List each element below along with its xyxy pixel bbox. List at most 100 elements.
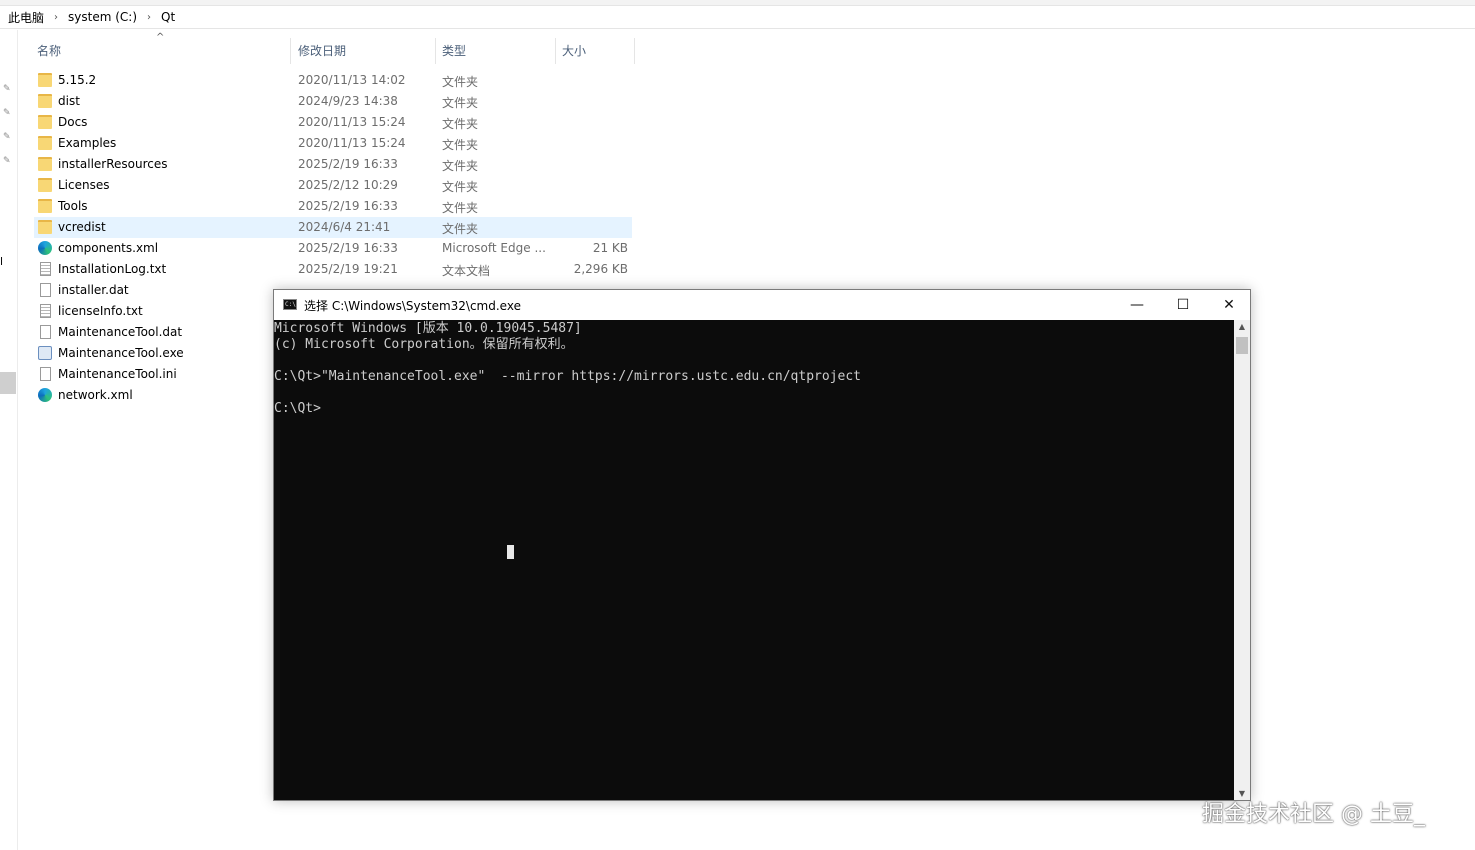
file-name: InstallationLog.txt [58, 262, 167, 276]
file-name: MaintenanceTool.exe [58, 346, 184, 360]
pin-icon[interactable]: ✎ [3, 108, 13, 118]
folder-icon [38, 73, 52, 87]
cmd-window-title: 选择 C:\Windows\System32\cmd.exe [304, 299, 521, 313]
cmd-window[interactable]: C:\ 选择 C:\Windows\System32\cmd.exe — ☐ ✕… [273, 289, 1251, 801]
text-cursor [507, 545, 514, 559]
breadcrumb[interactable]: 此电脑 › system (C:) › Qt [0, 6, 1475, 29]
console-line: C:\Qt>"MaintenanceTool.exe" --mirror htt… [274, 369, 861, 384]
config-file-icon [40, 367, 51, 381]
file-row[interactable]: installerResources 2025/2/19 16:33 文件夹 [34, 154, 632, 175]
console-output[interactable]: Microsoft Windows [版本 10.0.19045.5487] (c… [274, 320, 1234, 800]
file-icon [40, 325, 51, 339]
pin-icon[interactable]: ✎ [3, 156, 13, 166]
navigation-pane[interactable]: ✎ ✎ ✎ ✎ l [0, 30, 18, 850]
scrollbar-thumb[interactable] [1236, 337, 1248, 354]
vertical-scrollbar[interactable]: ▲ ▼ [1234, 320, 1250, 800]
file-name: Licenses [58, 178, 110, 192]
file-size: 2,296 KB [573, 262, 628, 276]
file-row[interactable]: Examples 2020/11/13 15:24 文件夹 [34, 133, 632, 154]
file-row[interactable]: dist 2024/9/23 14:38 文件夹 [34, 91, 632, 112]
text-file-icon [40, 262, 51, 276]
file-type: 文件夹 [442, 180, 479, 194]
file-modified-date: 2024/6/4 21:41 [298, 220, 391, 234]
breadcrumb-item-system-c[interactable]: system (C:) [68, 10, 137, 24]
nav-item-selected[interactable] [0, 372, 16, 394]
nav-item-truncated[interactable]: l [0, 255, 3, 268]
minimize-button[interactable]: — [1114, 290, 1160, 320]
console-line: Microsoft Windows [版本 10.0.19045.5487] [274, 321, 582, 336]
file-name: installerResources [58, 157, 168, 171]
text-file-icon [40, 304, 51, 318]
file-name: dist [58, 94, 80, 108]
file-name: 5.15.2 [58, 73, 97, 87]
folder-icon [38, 136, 52, 150]
exe-icon [38, 346, 52, 360]
breadcrumb-item-qt[interactable]: Qt [161, 10, 175, 24]
console-app-icon[interactable]: C:\ [283, 299, 297, 310]
folder-icon [38, 94, 52, 108]
file-type: 文件夹 [442, 75, 479, 89]
file-modified-date: 2020/11/13 15:24 [298, 136, 406, 150]
file-size: 21 KB [592, 241, 628, 255]
close-button[interactable]: ✕ [1206, 290, 1252, 320]
column-header-type[interactable]: 类型 [442, 38, 466, 62]
file-type: 文件夹 [442, 201, 479, 215]
column-header-date[interactable]: 修改日期 [298, 38, 346, 62]
pin-icon[interactable]: ✎ [3, 132, 13, 142]
edge-icon [38, 388, 52, 402]
file-modified-date: 2024/9/23 14:38 [298, 94, 398, 108]
chevron-right-icon: › [54, 11, 59, 23]
console-line: C:\Qt> [274, 401, 321, 416]
column-divider[interactable] [290, 38, 291, 64]
scroll-up-icon[interactable]: ▲ [1234, 322, 1250, 331]
console-text: Microsoft Windows [版本 10.0.19045.5487] (c… [274, 320, 1234, 417]
file-name: MaintenanceTool.dat [58, 325, 183, 339]
file-name: installer.dat [58, 283, 129, 297]
column-divider[interactable] [634, 38, 635, 64]
file-row[interactable]: 5.15.2 2020/11/13 14:02 文件夹 [34, 70, 632, 91]
file-type: 文件夹 [442, 96, 479, 110]
file-name: Tools [58, 199, 88, 213]
sort-ascending-icon: ^ [156, 32, 165, 43]
file-name: vcredist [58, 220, 106, 234]
file-name: MaintenanceTool.ini [58, 367, 177, 381]
console-line: (c) Microsoft Corporation。保留所有权利。 [274, 337, 574, 352]
file-type: 文件夹 [442, 222, 479, 236]
file-type: 文件夹 [442, 138, 479, 152]
file-modified-date: 2025/2/19 16:33 [298, 157, 398, 171]
watermark: 掘金技术社区 @ 土豆_ [1202, 802, 1425, 827]
column-divider[interactable] [555, 38, 556, 64]
column-header-name[interactable]: 名称 [37, 38, 61, 62]
file-row[interactable]: Docs 2020/11/13 15:24 文件夹 [34, 112, 632, 133]
file-modified-date: 2020/11/13 14:02 [298, 73, 406, 87]
pin-icon[interactable]: ✎ [3, 84, 13, 94]
file-name: network.xml [58, 388, 133, 402]
file-type: 文件夹 [442, 117, 479, 131]
chevron-right-icon: › [147, 11, 151, 23]
folder-icon [38, 220, 52, 234]
file-name: Examples [58, 136, 117, 150]
file-row[interactable]: vcredist 2024/6/4 21:41 文件夹 [34, 217, 632, 238]
column-divider[interactable] [435, 38, 436, 64]
file-type: 文本文档 [442, 264, 491, 278]
maximize-button[interactable]: ☐ [1160, 290, 1206, 320]
file-modified-date: 2025/2/19 16:33 [298, 241, 398, 255]
breadcrumb-item-this-pc[interactable]: 此电脑 [8, 9, 44, 26]
file-modified-date: 2025/2/12 10:29 [298, 178, 398, 192]
folder-icon [38, 199, 52, 213]
column-header-size[interactable]: 大小 [562, 38, 586, 62]
file-row[interactable]: components.xml 2025/2/19 16:33 Microsoft E… [34, 238, 632, 259]
file-name: Docs [58, 115, 88, 129]
file-row[interactable]: Licenses 2025/2/12 10:29 文件夹 [34, 175, 632, 196]
file-row[interactable]: Tools 2025/2/19 16:33 文件夹 [34, 196, 632, 217]
folder-icon [38, 157, 52, 171]
edge-icon [38, 241, 52, 255]
file-modified-date: 2025/2/19 16:33 [298, 199, 398, 213]
file-modified-date: 2020/11/13 15:24 [298, 115, 406, 129]
file-row[interactable]: InstallationLog.txt 2025/2/19 19:21 文本文档 2,… [34, 259, 632, 280]
folder-icon [38, 178, 52, 192]
file-type: 文件夹 [442, 159, 479, 173]
file-modified-date: 2025/2/19 19:21 [298, 262, 398, 276]
cmd-titlebar[interactable]: C:\ 选择 C:\Windows\System32\cmd.exe — ☐ ✕ [274, 290, 1250, 320]
